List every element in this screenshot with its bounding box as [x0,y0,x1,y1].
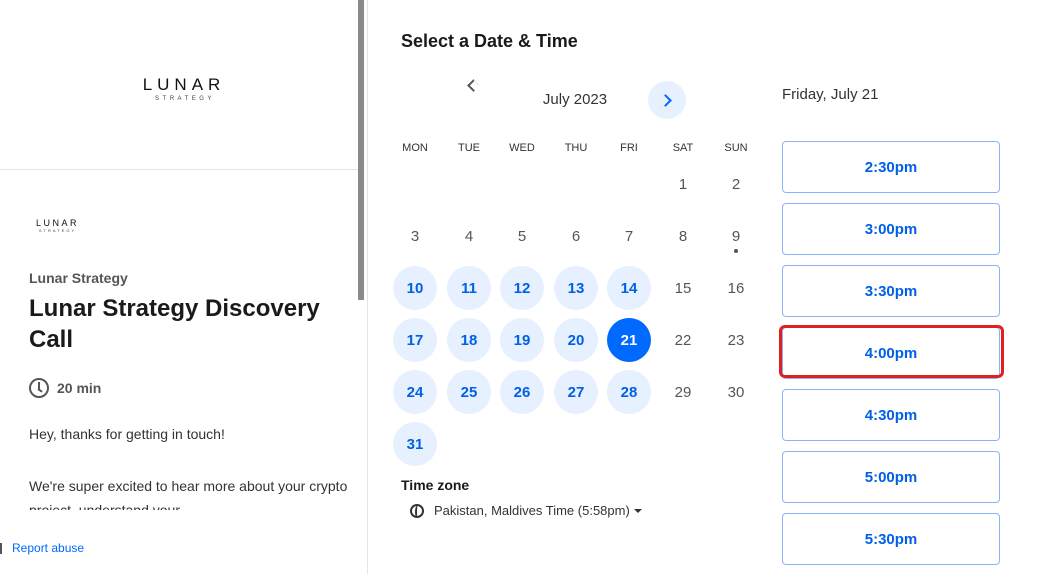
time-slot-button[interactable]: 3:00pm [782,203,1000,255]
previous-month-button[interactable] [465,79,503,119]
calendar-day[interactable]: 21 [607,318,651,362]
current-month: July 2023 [542,91,608,108]
calendar-day: 2 [731,175,741,193]
calendar-day[interactable]: 17 [393,318,437,362]
timezone-value: Pakistan, Maldives Time (5:58pm) [434,503,630,518]
clock-icon [29,378,49,398]
weekday-header: WED [509,142,535,154]
calendar-day[interactable]: 11 [447,266,491,310]
calendar-day[interactable]: 18 [447,318,491,362]
calendar-day: 5 [517,227,527,245]
calendar-day: 30 [727,383,745,401]
weekday-header: FRI [620,142,638,154]
time-slot-button[interactable]: 5:30pm [782,513,1000,565]
calendar-day: 7 [624,227,634,245]
globe-icon [410,503,424,518]
today-indicator [734,249,738,253]
weekday-header: SAT [672,142,694,154]
caret-down-icon [633,508,642,513]
brand-header: LUNAR STRATEGY [0,0,362,170]
divider-mark [0,543,2,554]
calendar-day[interactable]: 14 [607,266,651,310]
calendar-day[interactable]: 31 [393,422,437,466]
calendar-day: 16 [727,279,745,297]
time-slot-button[interactable]: 3:30pm [782,265,1000,317]
calendar-day[interactable]: 19 [500,318,544,362]
calendar-day[interactable]: 10 [393,266,437,310]
highlight-box [779,325,1004,378]
calendar-day[interactable]: 26 [500,370,544,414]
next-month-button[interactable] [648,81,686,119]
calendar-day: 8 [678,227,688,245]
event-duration: 20 min [29,378,101,398]
organizer-avatar: LUNAR STRATEGY [36,218,79,233]
duration-label: 20 min [57,380,102,396]
avatar-text: LUNAR [36,218,80,228]
calendar-day: 3 [410,227,420,245]
calendar-day[interactable]: 13 [554,266,598,310]
event-description-paragraph: We're super excited to hear more about y… [29,478,348,510]
chevron-left-icon [467,79,480,92]
calendar-day[interactable]: 27 [554,370,598,414]
calendar-day[interactable]: 20 [554,318,598,362]
organizer-name: Lunar Strategy [29,270,128,286]
calendar-day[interactable]: 12 [500,266,544,310]
chevron-right-icon [658,93,672,107]
brand-logo: LUNAR [142,75,226,94]
time-slot-button[interactable]: 4:30pm [782,389,1000,441]
time-slot-button[interactable]: 5:00pm [782,451,1000,503]
time-slot-button[interactable]: 2:30pm [782,141,1000,193]
event-title: Lunar Strategy Discovery Call [29,295,320,353]
calendar-day: 1 [678,175,688,193]
weekday-header: SUN [724,142,748,154]
calendar-day: 6 [571,227,581,245]
month-navigator: July 2023 [465,79,687,119]
avatar-subtext: STRATEGY [38,228,77,233]
page-title: Select a Date & Time [401,31,578,51]
brand-logo-sub: STRATEGY [155,96,215,102]
report-abuse-link[interactable]: Report abuse [12,541,84,555]
selected-date-label: Friday, July 21 [782,86,879,103]
timezone-selector[interactable]: Pakistan, Maldives Time (5:58pm) [410,503,642,518]
calendar-day[interactable]: 28 [607,370,651,414]
timezone-label: Time zone [401,477,470,493]
calendar-day: 22 [674,331,692,349]
calendar-day: 15 [674,279,692,297]
event-description-line: Hey, thanks for getting in touch! [29,426,225,442]
weekday-header: THU [564,142,588,154]
calendar-day[interactable]: 25 [447,370,491,414]
calendar-day: 29 [674,383,692,401]
event-details-panel: LUNAR STRATEGY LUNAR STRATEGY Lunar Stra… [0,0,368,574]
calendar-day: 4 [464,227,474,245]
calendar-day: 23 [727,331,745,349]
calendar-day[interactable]: 24 [393,370,437,414]
left-panel-scrollbar[interactable] [358,0,364,300]
weekday-header: MON [402,142,428,154]
weekday-header: TUE [458,142,480,154]
